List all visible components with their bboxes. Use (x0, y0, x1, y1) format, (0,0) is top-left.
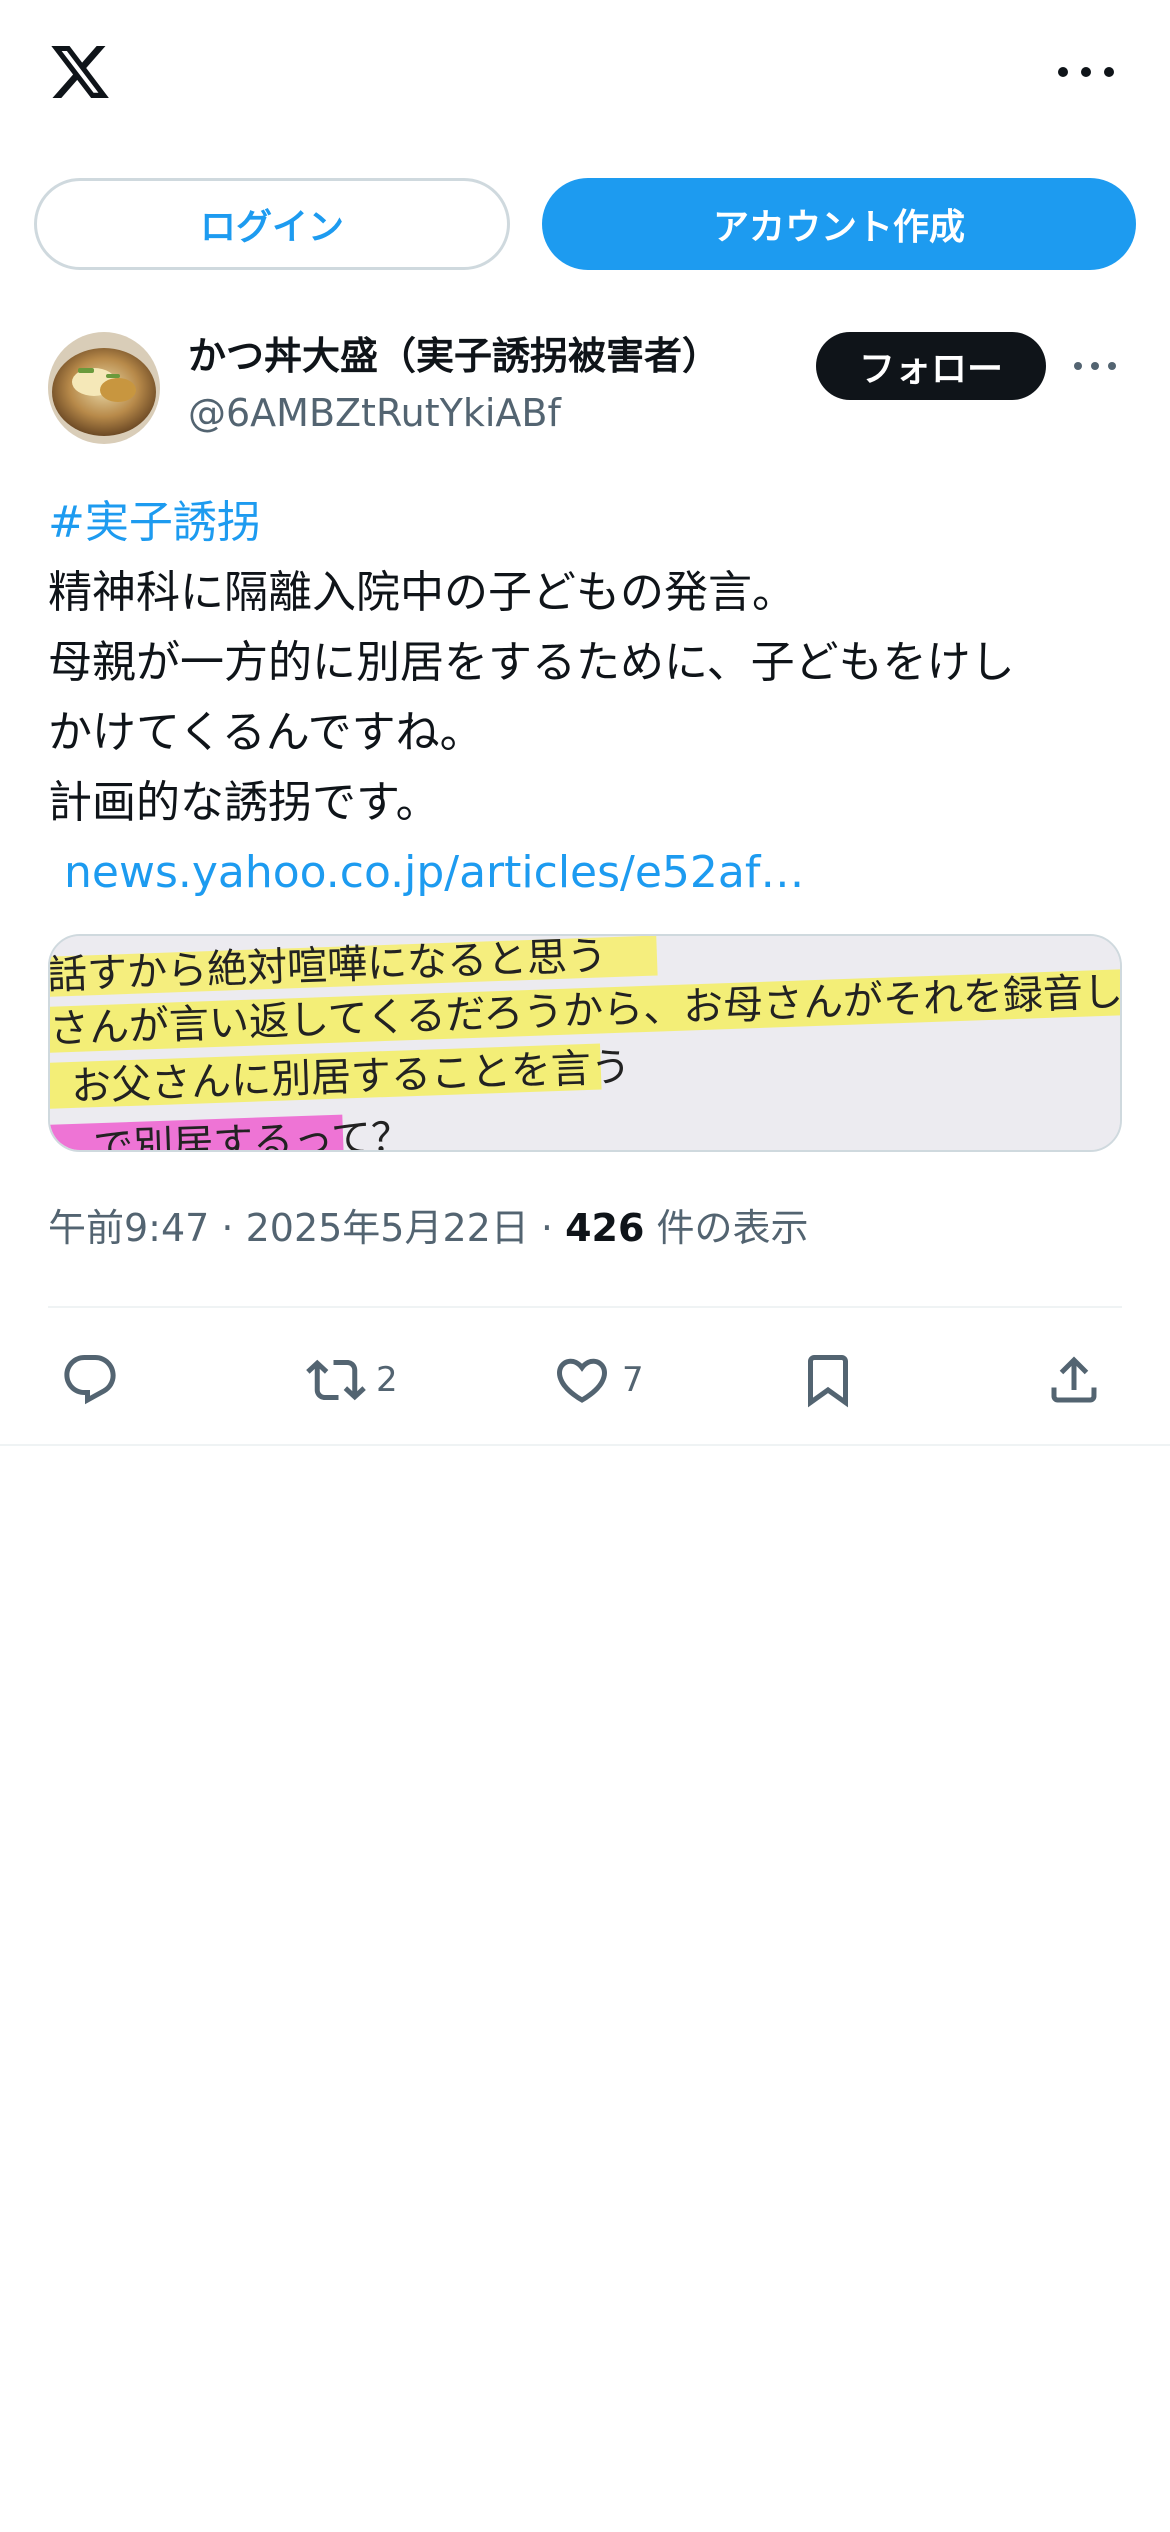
tweet-meta: 午前9:47 · 2025年5月22日 · 426 件の表示 (48, 1200, 809, 1256)
tweet-line: 精神科に隔離入院中の子どもの発言。 (48, 567, 796, 618)
top-bar (0, 0, 1170, 150)
bookmark-button[interactable] (798, 1340, 858, 1420)
reply-button[interactable] (60, 1340, 120, 1420)
tweet-line: 計画的な誘拐です。 (48, 777, 440, 828)
tweet-more-icon[interactable] (1074, 358, 1116, 374)
display-name[interactable]: かつ丼大盛（実子誘拐被害者） (188, 330, 720, 382)
tweet-line: かけてくるんですね。 (48, 707, 484, 758)
x-logo-icon[interactable] (46, 40, 114, 104)
views-label: 件の表示 (644, 1206, 809, 1250)
bookmark-icon (808, 1355, 848, 1408)
divider (48, 1306, 1122, 1308)
reply-icon (64, 1355, 116, 1405)
share-icon (1051, 1356, 1097, 1403)
tweet-text: #実子誘拐 精神科に隔離入院中の子どもの発言。 母親が一方的に別居をするために、… (48, 488, 1124, 908)
auth-buttons: ログイン アカウント作成 (34, 178, 1136, 270)
heart-icon (556, 1358, 608, 1403)
retweet-icon (306, 1359, 366, 1401)
tweet-time[interactable]: 午前9:47 (48, 1206, 209, 1250)
login-button[interactable]: ログイン (34, 178, 510, 270)
avatar[interactable] (48, 332, 160, 444)
retweet-count: 2 (376, 1360, 398, 1400)
meta-separator: · (528, 1206, 566, 1250)
meta-separator: · (209, 1206, 246, 1250)
signup-button[interactable]: アカウント作成 (542, 178, 1136, 270)
tweet-media-image[interactable]: 話すから絶対喧嘩になると思う さんが言い返してくるだろうから、お母さんがそれを録… (48, 934, 1122, 1152)
tweet-author: かつ丼大盛（実子誘拐被害者） @6AMBZtRutYkiABf フォロー (48, 330, 1122, 450)
like-count: 7 (622, 1360, 644, 1400)
tweet-date[interactable]: 2025年5月22日 (246, 1206, 529, 1250)
user-handle[interactable]: @6AMBZtRutYkiABf (188, 388, 561, 438)
views-count: 426 (565, 1206, 645, 1250)
divider (0, 1444, 1170, 1446)
like-button[interactable]: 7 (552, 1340, 644, 1420)
follow-button[interactable]: フォロー (816, 332, 1046, 400)
share-button[interactable] (1044, 1340, 1104, 1420)
tweet-line: 母親が一方的に別居をするために、子どもをけし (48, 637, 1015, 688)
tweet-actions: 2 7 (48, 1340, 1122, 1420)
retweet-button[interactable]: 2 (306, 1340, 398, 1420)
article-link[interactable]: news.yahoo.co.jp/articles/e52af… (48, 838, 1124, 908)
more-options-icon[interactable] (1058, 60, 1114, 84)
hashtag-link[interactable]: #実子誘拐 (48, 488, 1124, 558)
